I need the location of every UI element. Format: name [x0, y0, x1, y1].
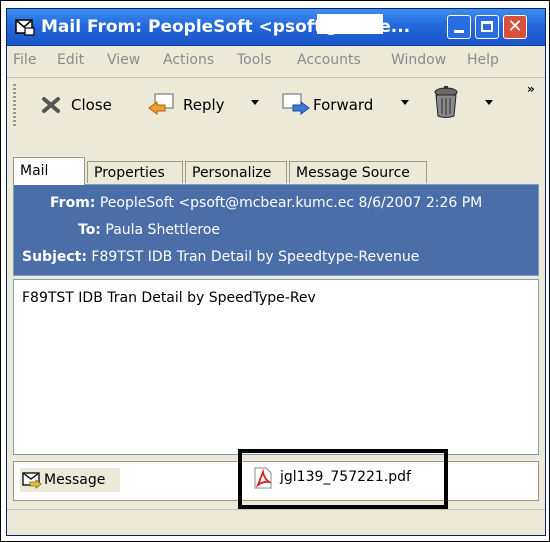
toolbar-grip[interactable] — [13, 84, 16, 126]
message-icon — [22, 472, 42, 489]
menu-actions[interactable]: Actions — [163, 52, 214, 68]
from-value[interactable]: PeopleSoft <psoft@mcbear.kumc.ec 8/6/200… — [100, 195, 482, 211]
tab-message-source[interactable]: Message Source — [289, 161, 427, 183]
subject-value: F89TST IDB Tran Detail by Speedtype-Reve… — [91, 249, 420, 265]
menu-view[interactable]: View — [107, 52, 140, 68]
tab-strip: Mail Properties Personalize Message Sour… — [13, 157, 539, 185]
close-icon: ✕ — [507, 16, 523, 37]
subject-label: Subject: — [22, 249, 87, 265]
minimize-icon — [454, 30, 464, 33]
reply-icon — [148, 93, 174, 115]
menu-window[interactable]: Window — [391, 52, 446, 68]
minimize-button[interactable] — [447, 15, 471, 39]
menu-tools[interactable]: Tools — [237, 52, 272, 68]
from-label: From: — [50, 195, 96, 211]
mail-window: Mail From: PeopleSoft <psoft@mcbe... ✕ F… — [6, 8, 546, 536]
tab-properties[interactable]: Properties — [87, 161, 183, 183]
close-button[interactable]: Close — [35, 86, 131, 124]
forward-icon — [282, 93, 310, 115]
highlighted-pdf-attachment[interactable]: jgl139_757221.pdf — [238, 449, 448, 509]
tab-personalize[interactable]: Personalize — [185, 161, 287, 183]
forward-button-label: Forward — [313, 96, 374, 114]
message-header: From: PeopleSoft <psoft@mcbear.kumc.ec 8… — [13, 184, 539, 276]
delete-dropdown-arrow-icon[interactable] — [485, 100, 493, 105]
from-row: From: PeopleSoft <psoft@mcbear.kumc.ec 8… — [50, 195, 482, 211]
close-window-button[interactable]: ✕ — [503, 15, 527, 39]
delete-button[interactable] — [427, 86, 497, 124]
forward-button[interactable]: Forward — [277, 86, 417, 124]
pdf-attachment-name: jgl139_757221.pdf — [280, 469, 411, 485]
reply-button[interactable]: Reply — [143, 86, 267, 124]
close-x-icon — [42, 97, 60, 113]
menu-edit[interactable]: Edit — [57, 52, 84, 68]
status-bar — [7, 509, 545, 536]
toolbar-overflow-chevron[interactable]: » — [527, 82, 535, 96]
toolbar: Close Reply Forward » — [7, 77, 545, 132]
tab-mail[interactable]: Mail — [13, 157, 85, 185]
maximize-button[interactable] — [475, 15, 499, 39]
menu-help[interactable]: Help — [467, 52, 499, 68]
trash-can-icon — [434, 86, 458, 118]
forward-dropdown-arrow-icon[interactable] — [401, 100, 409, 105]
message-body[interactable]: F89TST IDB Tran Detail by SpeedType-Rev — [13, 279, 539, 455]
attachment-message[interactable]: Message — [20, 468, 120, 492]
reply-button-label: Reply — [183, 96, 225, 114]
attachment-message-label: Message — [44, 472, 106, 488]
subject-row: Subject: F89TST IDB Tran Detail by Speed… — [22, 249, 419, 265]
attachments-bar: Message jgl139_757221.pdf — [13, 449, 539, 509]
menu-bar: File Edit View Actions Tools Accounts Wi… — [7, 46, 545, 76]
to-value[interactable]: Paula Shettleroe — [105, 222, 220, 238]
close-button-label: Close — [71, 96, 112, 114]
title-bar[interactable]: Mail From: PeopleSoft <psoft@mcbe... ✕ — [7, 9, 545, 46]
menu-file[interactable]: File — [13, 52, 36, 68]
reply-dropdown-arrow-icon[interactable] — [251, 100, 259, 105]
to-label: To: — [78, 222, 101, 238]
message-body-text: F89TST IDB Tran Detail by SpeedType-Rev — [22, 290, 316, 306]
mail-app-icon — [15, 19, 35, 36]
redaction-box — [317, 14, 383, 34]
maximize-icon — [481, 21, 493, 32]
to-row: To: Paula Shettleroe — [78, 222, 220, 238]
menu-accounts[interactable]: Accounts — [297, 52, 361, 68]
pdf-file-icon — [254, 467, 273, 489]
